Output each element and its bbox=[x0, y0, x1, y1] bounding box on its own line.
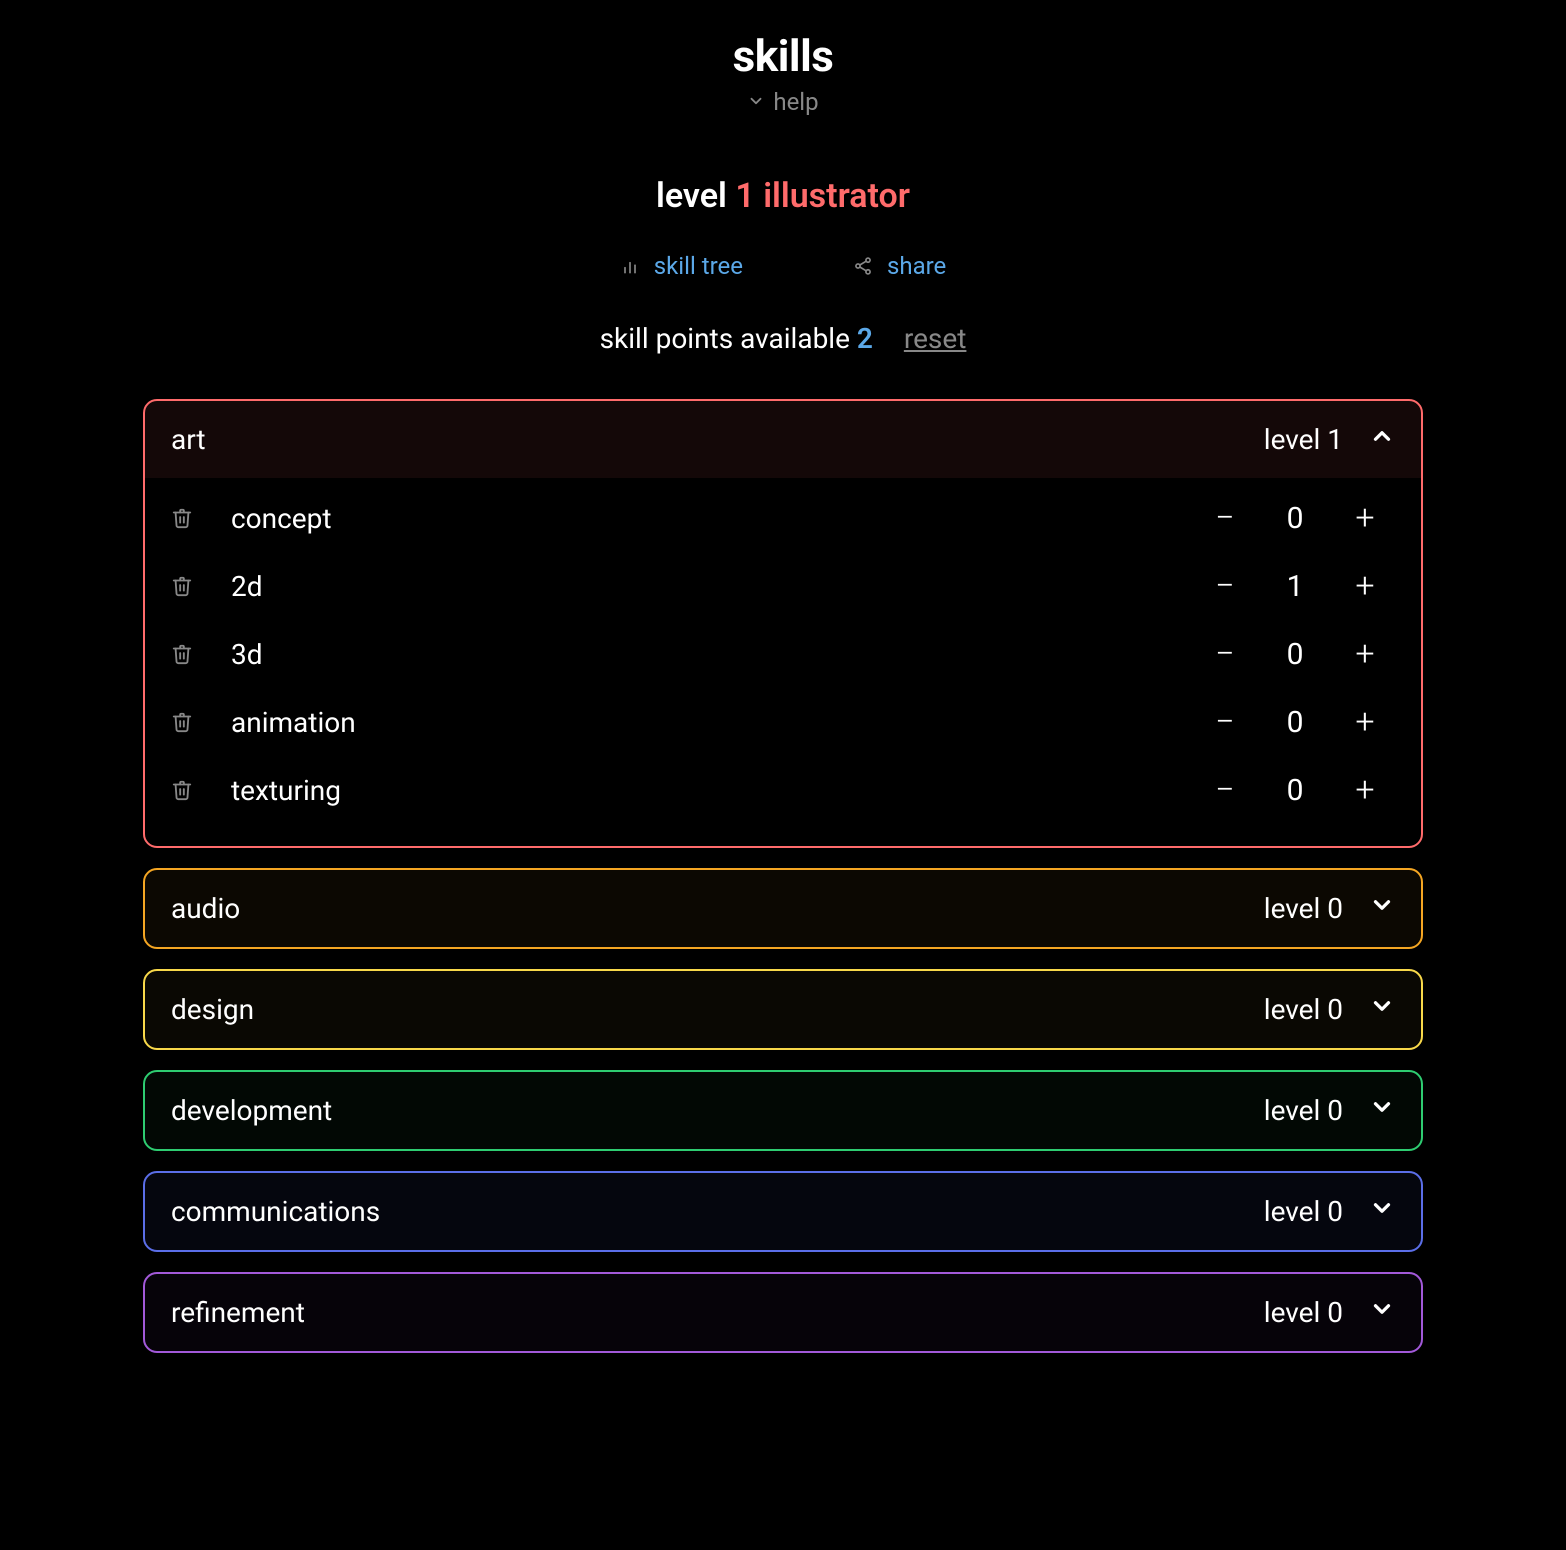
category-art: artlevel 1concept−0+2d−1+3d−0+animation−… bbox=[143, 399, 1423, 848]
chevron-down-icon bbox=[1369, 993, 1395, 1026]
skill-name: 2d bbox=[231, 570, 1195, 603]
reset-button[interactable]: reset bbox=[904, 322, 967, 355]
category-header-communications[interactable]: communicationslevel 0 bbox=[145, 1173, 1421, 1250]
decrement-button[interactable]: − bbox=[1195, 770, 1255, 810]
skill-row: texturing−0+ bbox=[171, 756, 1395, 824]
chevron-down-icon bbox=[1369, 1296, 1395, 1329]
category-body: concept−0+2d−1+3d−0+animation−0+texturin… bbox=[145, 478, 1421, 846]
increment-button[interactable]: + bbox=[1335, 498, 1395, 538]
skill-row: concept−0+ bbox=[171, 484, 1395, 552]
chevron-up-icon bbox=[1369, 423, 1395, 456]
trash-icon[interactable] bbox=[171, 710, 193, 734]
skill-row: 3d−0+ bbox=[171, 620, 1395, 688]
share-icon bbox=[853, 256, 873, 276]
skill-row: animation−0+ bbox=[171, 688, 1395, 756]
skill-value: 0 bbox=[1255, 705, 1335, 740]
increment-button[interactable]: + bbox=[1335, 770, 1395, 810]
decrement-button[interactable]: − bbox=[1195, 634, 1255, 674]
level-prefix: level bbox=[656, 176, 735, 216]
category-refinement: refinementlevel 0 bbox=[143, 1272, 1423, 1353]
increment-button[interactable]: + bbox=[1335, 634, 1395, 674]
category-header-audio[interactable]: audiolevel 0 bbox=[145, 870, 1421, 947]
category-name: design bbox=[171, 993, 1264, 1026]
category-design: designlevel 0 bbox=[143, 969, 1423, 1050]
skill-value: 0 bbox=[1255, 637, 1335, 672]
category-communications: communicationslevel 0 bbox=[143, 1171, 1423, 1252]
category-header-art[interactable]: artlevel 1 bbox=[145, 401, 1421, 478]
skill-name: concept bbox=[231, 502, 1195, 535]
points-count: 2 bbox=[857, 322, 873, 355]
category-header-refinement[interactable]: refinementlevel 0 bbox=[145, 1274, 1421, 1351]
help-label: help bbox=[773, 88, 818, 116]
skill-name: animation bbox=[231, 706, 1195, 739]
skill-points-row: skill points available 2 reset bbox=[143, 322, 1423, 355]
points-label: skill points available bbox=[600, 322, 857, 355]
category-name: development bbox=[171, 1094, 1264, 1127]
bar-chart-icon bbox=[620, 256, 640, 276]
category-audio: audiolevel 0 bbox=[143, 868, 1423, 949]
trash-icon[interactable] bbox=[171, 506, 193, 530]
skill-tree-label: skill tree bbox=[654, 252, 743, 280]
category-level: level 0 bbox=[1264, 1296, 1343, 1329]
category-level: level 0 bbox=[1264, 1094, 1343, 1127]
share-link[interactable]: share bbox=[853, 252, 946, 280]
chevron-down-icon bbox=[1369, 1094, 1395, 1127]
category-level: level 0 bbox=[1264, 892, 1343, 925]
decrement-button[interactable]: − bbox=[1195, 498, 1255, 538]
skill-name: 3d bbox=[231, 638, 1195, 671]
increment-button[interactable]: + bbox=[1335, 702, 1395, 742]
skill-value: 0 bbox=[1255, 501, 1335, 536]
chevron-down-icon bbox=[747, 88, 765, 116]
skill-tree-link[interactable]: skill tree bbox=[620, 252, 743, 280]
level-value: 1 illustrator bbox=[735, 176, 910, 216]
decrement-button[interactable]: − bbox=[1195, 566, 1255, 606]
increment-button[interactable]: + bbox=[1335, 566, 1395, 606]
category-level: level 1 bbox=[1264, 423, 1343, 456]
category-header-design[interactable]: designlevel 0 bbox=[145, 971, 1421, 1048]
category-name: refinement bbox=[171, 1296, 1264, 1329]
skill-row: 2d−1+ bbox=[171, 552, 1395, 620]
skill-value: 0 bbox=[1255, 773, 1335, 808]
category-header-development[interactable]: developmentlevel 0 bbox=[145, 1072, 1421, 1149]
decrement-button[interactable]: − bbox=[1195, 702, 1255, 742]
category-level: level 0 bbox=[1264, 1195, 1343, 1228]
page-title: skills bbox=[143, 30, 1423, 82]
category-name: communications bbox=[171, 1195, 1264, 1228]
chevron-down-icon bbox=[1369, 892, 1395, 925]
chevron-down-icon bbox=[1369, 1195, 1395, 1228]
skill-value: 1 bbox=[1255, 569, 1335, 604]
share-label: share bbox=[887, 252, 946, 280]
category-level: level 0 bbox=[1264, 993, 1343, 1026]
skill-name: texturing bbox=[231, 774, 1195, 807]
category-name: art bbox=[171, 423, 1264, 456]
player-level: level 1 illustrator bbox=[143, 176, 1423, 216]
help-toggle[interactable]: help bbox=[747, 88, 818, 116]
category-name: audio bbox=[171, 892, 1264, 925]
trash-icon[interactable] bbox=[171, 642, 193, 666]
category-development: developmentlevel 0 bbox=[143, 1070, 1423, 1151]
trash-icon[interactable] bbox=[171, 778, 193, 802]
trash-icon[interactable] bbox=[171, 574, 193, 598]
